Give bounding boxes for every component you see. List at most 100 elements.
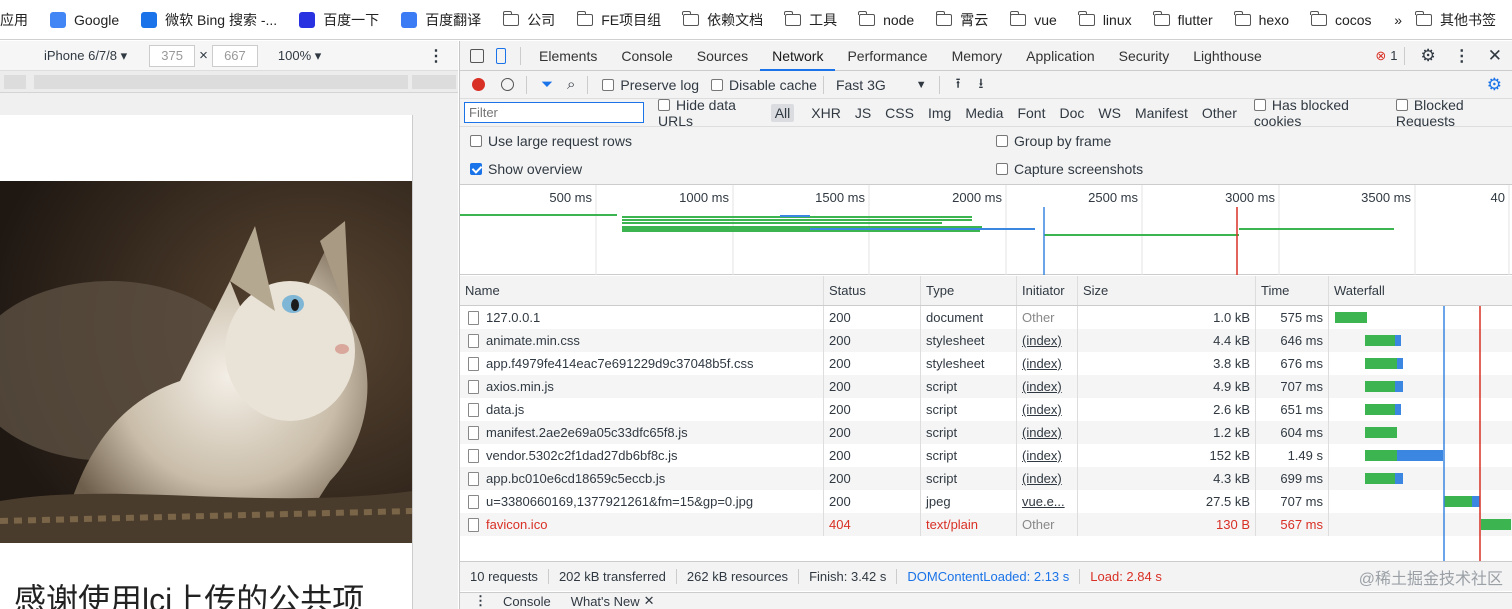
search-icon[interactable]: ⌕: [567, 76, 575, 93]
chevron-down-icon[interactable]: ▼: [916, 79, 927, 91]
filter-type-media[interactable]: Media: [961, 104, 1007, 122]
error-count[interactable]: 1: [1390, 48, 1397, 63]
table-row[interactable]: axios.min.js 200 script (index) 4.9 kB 707 ms: [460, 375, 1512, 398]
bookmark-item[interactable]: 微软 Bing 搜索 -...: [141, 10, 277, 30]
tab-memory[interactable]: Memory: [940, 41, 1015, 71]
filter-icon[interactable]: ⏷: [541, 76, 553, 93]
bookmark-item[interactable]: 百度一下: [299, 10, 379, 30]
request-initiator[interactable]: (index): [1017, 375, 1078, 398]
tab-console-drawer[interactable]: Console: [503, 594, 551, 609]
record-icon[interactable]: [472, 78, 485, 91]
table-row[interactable]: 127.0.0.1 200 document Other 1.0 kB 575 ms: [460, 306, 1512, 329]
device-width-input[interactable]: 375: [149, 44, 196, 67]
filter-type-all[interactable]: All: [770, 103, 795, 122]
request-initiator[interactable]: Other: [1017, 513, 1078, 536]
column-header-status[interactable]: Status: [824, 276, 921, 305]
preserve-log-checkbox[interactable]: Preserve log: [602, 77, 699, 93]
import-har-icon[interactable]: ⭱: [956, 73, 961, 97]
drawer-menu-icon[interactable]: ⋮: [474, 593, 487, 609]
table-row[interactable]: manifest.2ae2e69a05c33dfc65f8.js 200 scrip…: [460, 421, 1512, 444]
bookmark-item[interactable]: 公司: [502, 10, 555, 30]
disable-cache-checkbox[interactable]: Disable cache: [711, 77, 817, 93]
table-row[interactable]: animate.min.css 200 stylesheet (index) 4.4 k…: [460, 329, 1512, 352]
tab-network[interactable]: Network: [760, 41, 836, 71]
media-query-ruler[interactable]: [0, 71, 458, 93]
tab-console[interactable]: Console: [609, 41, 684, 71]
tab-application[interactable]: Application: [1014, 41, 1107, 71]
column-header-time[interactable]: Time: [1256, 276, 1329, 305]
request-initiator[interactable]: (index): [1017, 421, 1078, 444]
column-header-size[interactable]: Size: [1078, 276, 1256, 305]
bookmark-item[interactable]: node: [858, 10, 914, 28]
bookmark-item[interactable]: 霄云: [935, 10, 988, 30]
request-initiator[interactable]: vue.e...: [1017, 490, 1078, 513]
filter-type-font[interactable]: Font: [1013, 104, 1049, 122]
filter-type-xhr[interactable]: XHR: [807, 104, 845, 122]
bookmark-item[interactable]: vue: [1009, 10, 1057, 28]
tab-whats-new[interactable]: What's New: [571, 594, 640, 609]
network-overview[interactable]: 500 ms 1000 ms 1500 ms 2000 ms 2500 ms 3000 m…: [460, 185, 1512, 275]
filter-type-img[interactable]: Img: [924, 104, 955, 122]
bookmark-item[interactable]: 依赖文档: [682, 10, 763, 30]
bookmarks-more-button[interactable]: »: [1394, 12, 1402, 28]
bookmark-item[interactable]: 应用: [0, 10, 28, 30]
clear-icon[interactable]: [501, 78, 514, 91]
filter-type-js[interactable]: JS: [851, 104, 875, 122]
filter-type-other[interactable]: Other: [1198, 104, 1241, 122]
tab-lighthouse[interactable]: Lighthouse: [1181, 41, 1274, 71]
table-row[interactable]: u=3380660169,1377921261&fm=15&gp=0.jpg 20…: [460, 490, 1512, 513]
device-toggle-icon[interactable]: [496, 47, 506, 64]
device-height-input[interactable]: 667: [211, 44, 258, 67]
bookmark-item[interactable]: flutter: [1153, 10, 1213, 28]
device-select[interactable]: iPhone 6/7/8 ▾: [44, 48, 127, 64]
request-initiator[interactable]: (index): [1017, 398, 1078, 421]
request-initiator[interactable]: (index): [1017, 329, 1078, 352]
tab-security[interactable]: Security: [1107, 41, 1182, 71]
other-bookmarks[interactable]: 其他书签: [1415, 10, 1496, 30]
tab-performance[interactable]: Performance: [835, 41, 939, 71]
request-initiator[interactable]: (index): [1017, 467, 1078, 490]
capture-screenshots-checkbox[interactable]: Capture screenshots: [996, 161, 1143, 177]
request-initiator[interactable]: (index): [1017, 444, 1078, 467]
filter-type-manifest[interactable]: Manifest: [1131, 104, 1192, 122]
bookmark-item[interactable]: FE项目组: [576, 10, 661, 30]
column-header-initiator[interactable]: Initiator: [1017, 276, 1078, 305]
filter-type-ws[interactable]: WS: [1094, 104, 1125, 122]
blocked-requests-checkbox[interactable]: Blocked Requests: [1395, 97, 1512, 129]
bookmark-item[interactable]: cocos: [1310, 10, 1372, 28]
tab-elements[interactable]: Elements: [527, 41, 609, 71]
network-settings-icon[interactable]: ⚙: [1487, 75, 1502, 95]
bookmark-item[interactable]: Google: [50, 11, 119, 28]
tab-sources[interactable]: Sources: [685, 41, 760, 71]
column-header-name[interactable]: Name: [460, 276, 824, 305]
inspect-icon[interactable]: [470, 48, 484, 63]
more-icon[interactable]: ⋮: [428, 46, 444, 66]
filter-type-doc[interactable]: Doc: [1055, 104, 1088, 122]
error-icon[interactable]: ⊗: [1375, 48, 1386, 64]
zoom-select[interactable]: 100% ▾: [278, 48, 321, 64]
column-header-type[interactable]: Type: [921, 276, 1017, 305]
table-row[interactable]: app.bc010e6cd18659c5eccb.js 200 script (ind…: [460, 467, 1512, 490]
menu-icon[interactable]: ⋮: [1454, 46, 1470, 66]
export-har-icon[interactable]: ⭳: [979, 73, 984, 97]
throttle-select[interactable]: Fast 3G: [836, 77, 886, 93]
settings-icon[interactable]: ⚙: [1421, 46, 1436, 66]
table-row[interactable]: favicon.ico 404 text/plain Other 130 B 567 ms: [460, 513, 1512, 536]
request-initiator[interactable]: Other: [1017, 306, 1078, 329]
bookmark-item[interactable]: 工具: [784, 10, 837, 30]
request-initiator[interactable]: (index): [1017, 352, 1078, 375]
show-overview-checkbox[interactable]: Show overview: [470, 161, 582, 177]
column-header-waterfall[interactable]: Waterfall: [1329, 276, 1512, 305]
bookmark-item[interactable]: 百度翻译: [401, 10, 481, 30]
table-row[interactable]: app.f4979fe414eac7e691229d9c37048b5f.css…: [460, 352, 1512, 375]
bookmark-item[interactable]: linux: [1078, 10, 1132, 28]
large-rows-checkbox[interactable]: Use large request rows: [470, 133, 632, 149]
group-by-frame-checkbox[interactable]: Group by frame: [996, 133, 1111, 149]
filter-type-css[interactable]: CSS: [881, 104, 918, 122]
close-drawer-tab-icon[interactable]: ✕: [644, 593, 655, 609]
hide-data-urls-checkbox[interactable]: Hide data URLs: [658, 97, 762, 129]
table-row[interactable]: vendor.5302c2f1dad27db6bf8c.js 200 script(…: [460, 444, 1512, 467]
table-row[interactable]: data.js 200 script (index) 2.6 kB 651 ms: [460, 398, 1512, 421]
filter-input[interactable]: [464, 102, 644, 123]
bookmark-item[interactable]: hexo: [1234, 10, 1289, 28]
